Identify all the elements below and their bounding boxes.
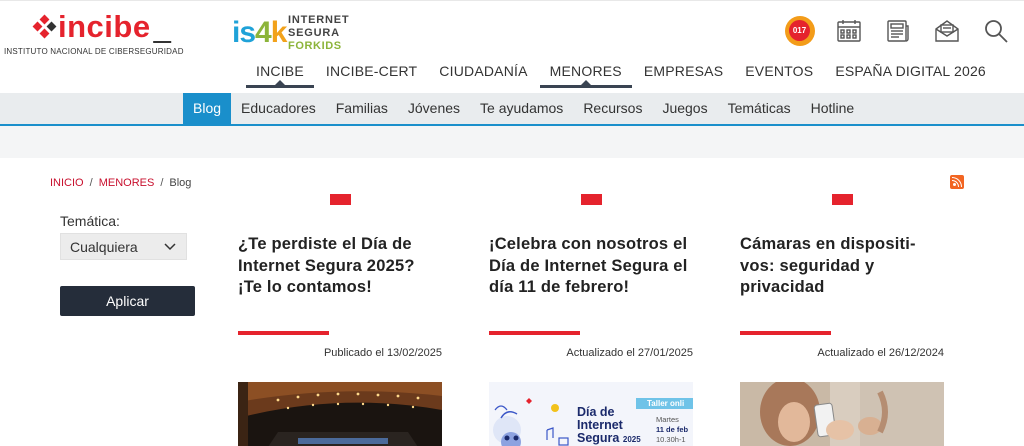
card-date: Actualizado el 27/01/2025	[566, 347, 693, 359]
breadcrumb-separator: /	[89, 177, 93, 189]
card-title-link[interactable]: Cámaras en dispositi-vos: seguridad y pr…	[740, 235, 916, 296]
breadcrumb-current: Blog	[169, 177, 192, 189]
incibe-logo-wordmark: incibe_	[58, 9, 172, 44]
subnav-item-educadores[interactable]: Educadores	[231, 93, 326, 124]
main-nav-eventos[interactable]: EVENTOS	[745, 59, 813, 88]
main-nav-menores[interactable]: MENORES	[539, 59, 633, 88]
poster-tag: Taller onli	[647, 399, 685, 408]
card-date: Publicado el 13/02/2025	[323, 347, 442, 359]
is4k-logo-mark: is4k	[232, 16, 287, 49]
subnav-item-blog[interactable]: Blog	[183, 93, 232, 124]
calendar-button[interactable]	[832, 14, 865, 47]
main-nav-ciudadania[interactable]: CIUDADANÍA	[439, 59, 527, 88]
breadcrumb-menores[interactable]: Menores	[99, 177, 155, 189]
search-button[interactable]	[979, 14, 1012, 47]
card-title-link[interactable]: ¿Te perdiste el Día de Internet Segura 2…	[238, 235, 415, 296]
card-thumbnail[interactable]	[238, 382, 442, 446]
main-nav-incibe[interactable]: INCIBE	[246, 59, 314, 88]
breadcrumb: Inicio / Menores / Blog	[50, 177, 191, 189]
card-title: ¿Te perdiste el Día de Internet Segura 2…	[238, 234, 442, 322]
rss-feed-icon[interactable]	[950, 175, 964, 189]
card-category-tag	[831, 194, 853, 205]
chevron-down-icon	[164, 242, 176, 250]
card-thumbnail[interactable]: Taller onli Día de Internet Segura 2025 …	[489, 382, 693, 446]
page-banner-band	[0, 126, 1024, 158]
section-subnav: Blog Educadores Familias Jóvenes Te ayud…	[0, 93, 1024, 126]
subnav-item-familias[interactable]: Familias	[326, 93, 398, 124]
topic-select[interactable]: Cualquiera	[60, 233, 187, 260]
blog-card: Cámaras en dispositi-vos: seguridad y pr…	[740, 192, 944, 446]
poster-schedule: Martes 11 de feb 10.30h-1	[656, 415, 689, 444]
card-thumbnail[interactable]	[740, 382, 944, 446]
subnav-item-tematicas[interactable]: Temáticas	[718, 93, 801, 124]
header-tools: 017	[783, 14, 1012, 47]
card-divider	[740, 331, 831, 335]
subnav-item-jovenes[interactable]: Jóvenes	[398, 93, 470, 124]
subnav-item-recursos[interactable]: Recursos	[573, 93, 652, 124]
main-nav-empresas[interactable]: EMPRESAS	[644, 59, 723, 88]
topic-select-value: Cualquiera	[70, 238, 138, 255]
newspaper-icon	[886, 19, 909, 42]
is4k-logo[interactable]: is4k INTERNET SEGURA FORKIDS	[232, 13, 362, 55]
incibe-logo-mark-icon	[32, 14, 57, 39]
card-category-tag	[329, 194, 351, 205]
card-title-link[interactable]: ¡Celebra con nosotros el Día de Internet…	[489, 235, 687, 296]
apply-filter-button[interactable]: Aplicar	[60, 286, 195, 316]
search-icon	[984, 19, 1008, 43]
topic-filter-label: Temática:	[60, 213, 120, 229]
calendar-icon	[836, 19, 861, 42]
card-category-tag	[580, 194, 602, 205]
blog-card: ¡Celebra con nosotros el Día de Internet…	[489, 192, 693, 446]
breadcrumb-inicio[interactable]: Inicio	[50, 177, 84, 189]
card-divider	[489, 331, 580, 335]
subnav-item-juegos[interactable]: Juegos	[652, 93, 717, 124]
helpline-017-icon: 017	[784, 15, 815, 46]
person-with-phone-image	[740, 382, 944, 446]
incibe-logo[interactable]: incibe_ INSTITUTO NACIONAL DE CIBERSEGUR…	[4, 11, 204, 61]
envelope-icon	[934, 19, 959, 42]
is4k-logo-words: INTERNET SEGURA FORKIDS	[288, 14, 350, 52]
subnav-item-te-ayudamos[interactable]: Te ayudamos	[470, 93, 573, 124]
subnav-item-hotline[interactable]: Hotline	[801, 93, 865, 124]
main-nav-incibe-cert[interactable]: INCIBE-CERT	[326, 59, 417, 88]
card-title: ¡Celebra con nosotros el Día de Internet…	[489, 234, 693, 322]
card-date: Actualizado el 26/12/2024	[817, 347, 944, 359]
main-nav: INCIBE INCIBE-CERT CIUDADANÍA MENORES EM…	[246, 59, 1008, 88]
topic-filter: Temática: Cualquiera Aplicar	[60, 213, 196, 316]
breadcrumb-separator: /	[160, 177, 164, 189]
auditorium-image	[238, 382, 442, 446]
site-header: incibe_ INSTITUTO NACIONAL DE CIBERSEGUR…	[0, 0, 1024, 94]
news-button[interactable]	[881, 14, 914, 47]
main-nav-espana-digital[interactable]: ESPAÑA DIGITAL 2026	[835, 59, 986, 88]
blog-card: ¿Te perdiste el Día de Internet Segura 2…	[238, 192, 442, 446]
poster-headline: Día de Internet Segura 2025	[577, 405, 641, 445]
incibe-logo-subtitle: INSTITUTO NACIONAL DE CIBERSEGURIDAD	[4, 47, 184, 56]
newsletter-button[interactable]	[930, 14, 963, 47]
card-title: Cámaras en dispositi-vos: seguridad y pr…	[740, 234, 944, 322]
card-divider	[238, 331, 329, 335]
helpline-017-button[interactable]: 017	[783, 14, 816, 47]
